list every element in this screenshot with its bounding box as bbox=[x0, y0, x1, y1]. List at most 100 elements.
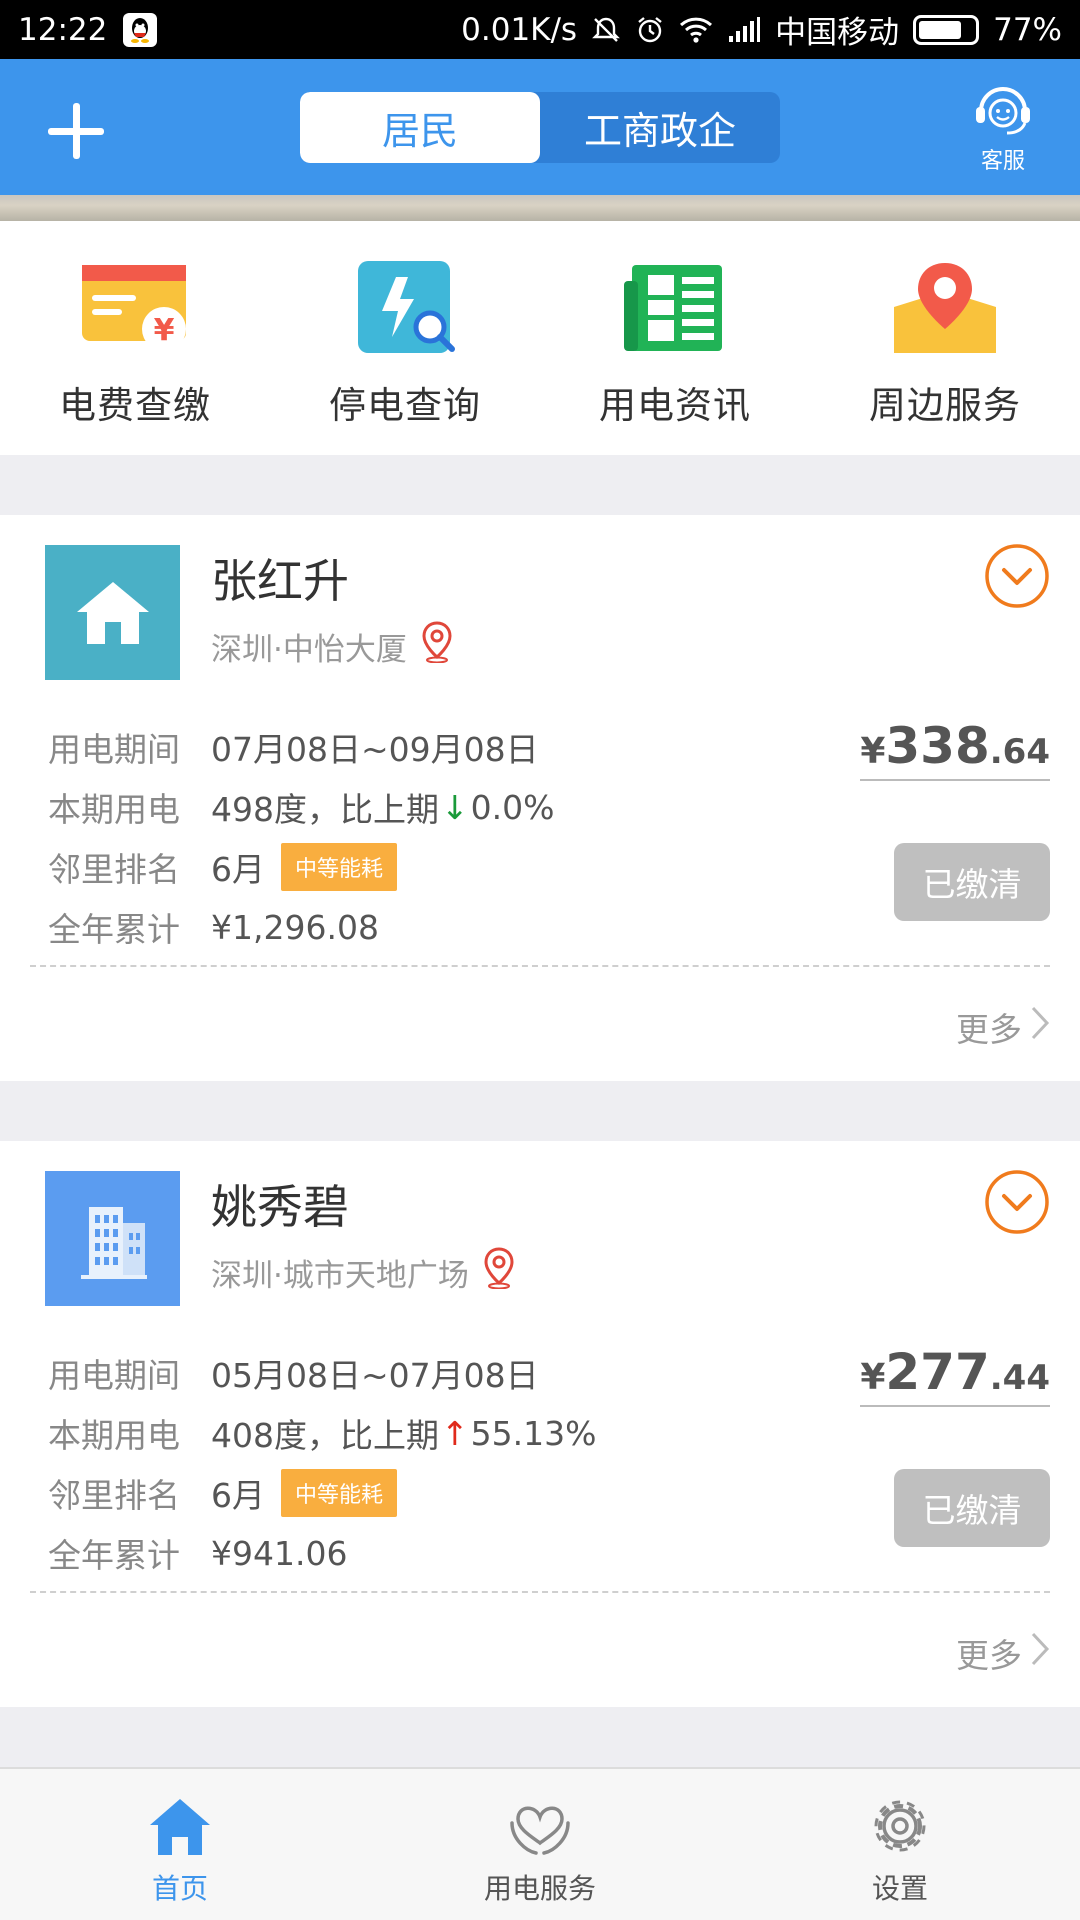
chevron-right-icon bbox=[1030, 1631, 1050, 1675]
usage-text: 408度，比上期 bbox=[211, 1416, 439, 1455]
account-card[interactable]: 姚秀碧 深圳·城市天地广场 用电期间 05月08日~07月08日 本期用电 408度… bbox=[0, 1141, 1080, 1707]
energy-level-badge: 中等能耗 bbox=[281, 1469, 398, 1517]
ranking-label: 邻里排名 bbox=[48, 1476, 180, 1515]
account-name: 张红升 bbox=[211, 554, 349, 608]
period-label: 用电期间 bbox=[48, 1356, 180, 1395]
annual-row: 全年累计 ¥941.06 bbox=[48, 1523, 597, 1583]
usage-row: 本期用电 498度，比上期 ↓ 0.0% bbox=[48, 777, 555, 837]
battery-icon bbox=[913, 14, 980, 45]
news-icon bbox=[620, 257, 730, 357]
trend-down-icon: ↓ bbox=[441, 787, 469, 827]
trend-up-icon: ↑ bbox=[441, 1413, 469, 1453]
carrier-name: 中国移动 bbox=[775, 15, 900, 51]
more-link[interactable]: 更多 bbox=[956, 1629, 1050, 1677]
quick-nav-bill[interactable]: ¥ 电费查缴 bbox=[0, 221, 270, 455]
usage-row: 本期用电 408度，比上期 ↑ 55.13% bbox=[48, 1403, 597, 1463]
tab-resident[interactable]: 居民 bbox=[300, 92, 540, 163]
ranking-label: 邻里排名 bbox=[48, 850, 180, 889]
paid-status-button[interactable]: 已缴清 bbox=[894, 1469, 1050, 1547]
quick-nav-news[interactable]: 用电资讯 bbox=[540, 221, 810, 455]
alarm-icon bbox=[635, 15, 665, 45]
network-speed: 0.01K/s bbox=[461, 11, 578, 48]
quick-nav-nearby[interactable]: 周边服务 bbox=[810, 221, 1080, 455]
location-pin-icon bbox=[483, 1247, 515, 1297]
usage-value: 498度，比上期 ↓ 0.0% bbox=[211, 783, 555, 831]
gear-icon bbox=[866, 1795, 934, 1861]
annual-row: 全年累计 ¥1,296.08 bbox=[48, 897, 555, 957]
period-row: 用电期间 05月08日~07月08日 bbox=[48, 1343, 597, 1403]
divider bbox=[30, 965, 1050, 967]
headset-icon bbox=[971, 81, 1035, 141]
bill-icon: ¥ bbox=[80, 257, 190, 357]
expand-button[interactable] bbox=[984, 543, 1050, 609]
trend-value: 0.0% bbox=[470, 787, 555, 827]
wifi-icon bbox=[679, 16, 713, 44]
annual-value: ¥941.06 bbox=[211, 1533, 348, 1573]
ranking-month: 6月 bbox=[211, 1476, 265, 1515]
svg-text:¥: ¥ bbox=[154, 313, 175, 348]
expand-button[interactable] bbox=[984, 1169, 1050, 1235]
tab-label: 设置 bbox=[871, 1872, 928, 1905]
amount-currency: ¥ bbox=[860, 731, 886, 772]
tab-label: 首页 bbox=[151, 1872, 208, 1905]
amount-decimal: .44 bbox=[989, 1358, 1050, 1398]
ranking-row: 邻里排名 6月 中等能耗 bbox=[48, 837, 555, 897]
location-text: 深圳·中怡大厦 bbox=[211, 631, 407, 668]
add-account-button[interactable] bbox=[40, 95, 116, 171]
banner-image bbox=[0, 195, 1080, 221]
quick-nav-label: 周边服务 bbox=[869, 384, 1021, 427]
usage-value: 408度，比上期 ↑ 55.13% bbox=[211, 1409, 597, 1457]
customer-service-button[interactable]: 客服 bbox=[966, 81, 1040, 181]
amount-integer: 277 bbox=[885, 1343, 990, 1401]
more-label: 更多 bbox=[956, 1010, 1022, 1049]
location-text: 深圳·城市天地广场 bbox=[211, 1257, 469, 1294]
bill-amount[interactable]: ¥338.64 bbox=[860, 717, 1050, 781]
outage-search-icon bbox=[350, 257, 460, 357]
chevron-down-icon bbox=[985, 1170, 1049, 1234]
house-icon bbox=[45, 545, 180, 680]
period-label: 用电期间 bbox=[48, 730, 180, 769]
chevron-down-icon bbox=[985, 544, 1049, 608]
annual-label: 全年累计 bbox=[48, 1536, 180, 1575]
usage-label: 本期用电 bbox=[48, 790, 180, 829]
quick-nav-outage[interactable]: 停电查询 bbox=[270, 221, 540, 455]
amount-integer: 338 bbox=[885, 717, 990, 775]
ranking-month: 6月 bbox=[211, 850, 265, 889]
period-row: 用电期间 07月08日~09月08日 bbox=[48, 717, 555, 777]
chevron-right-icon bbox=[1030, 1005, 1050, 1049]
period-value: 07月08日~09月08日 bbox=[211, 730, 539, 769]
tab-business[interactable]: 工商政企 bbox=[540, 92, 780, 163]
qq-notification-icon bbox=[123, 12, 158, 47]
bill-amount[interactable]: ¥277.44 bbox=[860, 1343, 1050, 1407]
status-bar: 12:22 0.01K/s 中国移动 77% bbox=[0, 0, 1080, 59]
annual-label: 全年累计 bbox=[48, 910, 180, 949]
mute-icon bbox=[591, 15, 621, 45]
tab-home[interactable]: 首页 bbox=[0, 1769, 360, 1920]
ranking-value: 6月 中等能耗 bbox=[211, 1469, 398, 1517]
tab-power-service[interactable]: 用电服务 bbox=[360, 1769, 720, 1920]
bottom-tab-bar: 首页 用电服务 设置 bbox=[0, 1767, 1080, 1920]
ranking-value: 6月 中等能耗 bbox=[211, 843, 398, 891]
account-location: 深圳·城市天地广场 bbox=[211, 1247, 515, 1297]
tab-settings[interactable]: 设置 bbox=[720, 1769, 1080, 1920]
signal-icon bbox=[727, 16, 761, 44]
quick-nav-label: 电费查缴 bbox=[59, 384, 211, 427]
user-type-segment: 居民 工商政企 bbox=[300, 92, 780, 163]
account-name: 姚秀碧 bbox=[211, 1180, 349, 1234]
nearby-map-icon bbox=[890, 257, 1000, 357]
quick-nav: ¥ 电费查缴 停电查询 用电资讯 周边服务 bbox=[0, 221, 1080, 455]
annual-value: ¥1,296.08 bbox=[211, 907, 379, 947]
account-card[interactable]: 张红升 深圳·中怡大厦 用电期间 07月08日~09月08日 本期用电 498度，比… bbox=[0, 515, 1080, 1081]
usage-details: 用电期间 07月08日~09月08日 本期用电 498度，比上期 ↓ 0.0% 邻里排名… bbox=[48, 717, 555, 957]
app-header: 居民 工商政企 客服 bbox=[0, 59, 1080, 195]
more-link[interactable]: 更多 bbox=[956, 1003, 1050, 1051]
ranking-row: 邻里排名 6月 中等能耗 bbox=[48, 1463, 597, 1523]
energy-level-badge: 中等能耗 bbox=[281, 843, 398, 891]
usage-label: 本期用电 bbox=[48, 1416, 180, 1455]
paid-status-button[interactable]: 已缴清 bbox=[894, 843, 1050, 921]
quick-nav-label: 停电查询 bbox=[329, 384, 481, 427]
account-location: 深圳·中怡大厦 bbox=[211, 621, 453, 671]
trend-value: 55.13% bbox=[470, 1413, 597, 1453]
status-time: 12:22 bbox=[18, 11, 108, 48]
customer-service-label: 客服 bbox=[980, 149, 1025, 174]
